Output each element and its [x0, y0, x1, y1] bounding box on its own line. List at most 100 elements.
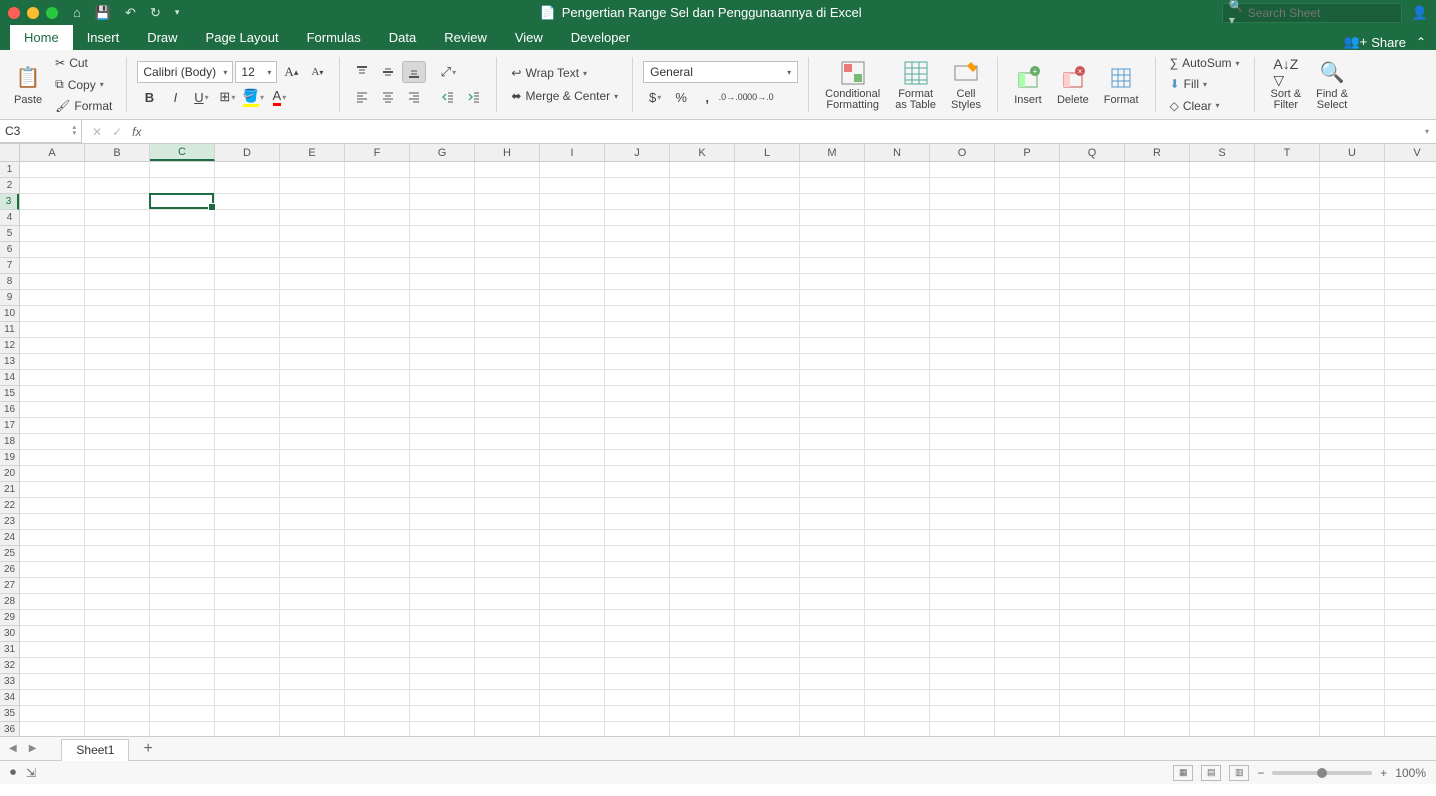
cell[interactable] — [995, 610, 1060, 626]
cell[interactable] — [1190, 482, 1255, 498]
cell[interactable] — [670, 226, 735, 242]
cell[interactable] — [865, 258, 930, 274]
row-header[interactable]: 15 — [0, 386, 19, 402]
cell[interactable] — [1385, 722, 1436, 736]
cell[interactable] — [1385, 242, 1436, 258]
cell[interactable] — [1190, 226, 1255, 242]
cell[interactable] — [1385, 354, 1436, 370]
cell[interactable] — [20, 658, 85, 674]
cell[interactable] — [280, 306, 345, 322]
cell[interactable] — [540, 626, 605, 642]
cell[interactable] — [345, 578, 410, 594]
cell[interactable] — [1190, 418, 1255, 434]
cell[interactable] — [1125, 210, 1190, 226]
cell[interactable] — [930, 610, 995, 626]
row-header[interactable]: 17 — [0, 418, 19, 434]
cell[interactable] — [1060, 610, 1125, 626]
cell[interactable] — [1060, 178, 1125, 194]
cell[interactable] — [540, 242, 605, 258]
cell[interactable] — [1190, 274, 1255, 290]
cell[interactable] — [150, 306, 215, 322]
cell[interactable] — [1320, 546, 1385, 562]
cell[interactable] — [150, 210, 215, 226]
cell[interactable] — [1060, 210, 1125, 226]
cell[interactable] — [930, 642, 995, 658]
cell[interactable] — [865, 578, 930, 594]
cell[interactable] — [85, 674, 150, 690]
cell[interactable] — [345, 370, 410, 386]
cell[interactable] — [930, 178, 995, 194]
cell[interactable] — [1320, 514, 1385, 530]
cell[interactable] — [215, 562, 280, 578]
cell[interactable] — [670, 242, 735, 258]
cell[interactable] — [410, 642, 475, 658]
row-header[interactable]: 26 — [0, 562, 19, 578]
cell[interactable] — [605, 162, 670, 178]
cell[interactable] — [735, 322, 800, 338]
row-header[interactable]: 18 — [0, 434, 19, 450]
cell[interactable] — [1255, 658, 1320, 674]
cell[interactable] — [800, 338, 865, 354]
bold-button[interactable]: B — [137, 86, 161, 108]
cell[interactable] — [410, 530, 475, 546]
row-header[interactable]: 8 — [0, 274, 19, 290]
cell[interactable] — [1255, 706, 1320, 722]
cell[interactable] — [735, 690, 800, 706]
cell[interactable] — [215, 306, 280, 322]
cell[interactable] — [995, 386, 1060, 402]
cell[interactable] — [1190, 514, 1255, 530]
cell[interactable] — [20, 306, 85, 322]
cell[interactable] — [1320, 450, 1385, 466]
row-header[interactable]: 5 — [0, 226, 19, 242]
cell[interactable] — [1060, 194, 1125, 210]
cell[interactable] — [280, 162, 345, 178]
cell[interactable] — [735, 370, 800, 386]
cell[interactable] — [930, 466, 995, 482]
cell[interactable] — [1385, 562, 1436, 578]
cell[interactable] — [930, 594, 995, 610]
column-header[interactable]: I — [540, 144, 605, 161]
cell[interactable] — [1125, 674, 1190, 690]
fill-button[interactable]: ⬇Fill▾ — [1166, 75, 1244, 93]
cell[interactable] — [475, 194, 540, 210]
cell[interactable] — [865, 658, 930, 674]
cell[interactable] — [670, 258, 735, 274]
cell[interactable] — [1060, 434, 1125, 450]
cell[interactable] — [280, 690, 345, 706]
cell[interactable] — [1385, 338, 1436, 354]
cell[interactable] — [540, 418, 605, 434]
cell[interactable] — [1385, 226, 1436, 242]
cell[interactable] — [1255, 194, 1320, 210]
cell[interactable] — [930, 258, 995, 274]
cell[interactable] — [345, 610, 410, 626]
cell[interactable] — [1385, 514, 1436, 530]
cell[interactable] — [1385, 258, 1436, 274]
cell[interactable] — [670, 434, 735, 450]
cell[interactable] — [150, 594, 215, 610]
cell[interactable] — [1125, 306, 1190, 322]
cell[interactable] — [1060, 338, 1125, 354]
cell[interactable] — [1190, 386, 1255, 402]
page-layout-view-button[interactable]: ▤ — [1201, 765, 1221, 781]
cell[interactable] — [995, 674, 1060, 690]
cell[interactable] — [1255, 434, 1320, 450]
cell[interactable] — [1125, 338, 1190, 354]
cell[interactable] — [735, 594, 800, 610]
tab-formulas[interactable]: Formulas — [293, 25, 375, 50]
cell[interactable] — [85, 482, 150, 498]
cell[interactable] — [1060, 274, 1125, 290]
cell[interactable] — [540, 594, 605, 610]
copy-button[interactable]: ⧉Copy▾ — [51, 75, 116, 94]
cell[interactable] — [1255, 594, 1320, 610]
cell[interactable] — [150, 290, 215, 306]
cell[interactable] — [1125, 434, 1190, 450]
cell[interactable] — [865, 306, 930, 322]
cell[interactable] — [1255, 466, 1320, 482]
cell[interactable] — [215, 370, 280, 386]
cell[interactable] — [280, 706, 345, 722]
cell[interactable] — [995, 642, 1060, 658]
cell[interactable] — [410, 610, 475, 626]
cell[interactable] — [605, 322, 670, 338]
cell[interactable] — [20, 290, 85, 306]
cell[interactable] — [800, 226, 865, 242]
